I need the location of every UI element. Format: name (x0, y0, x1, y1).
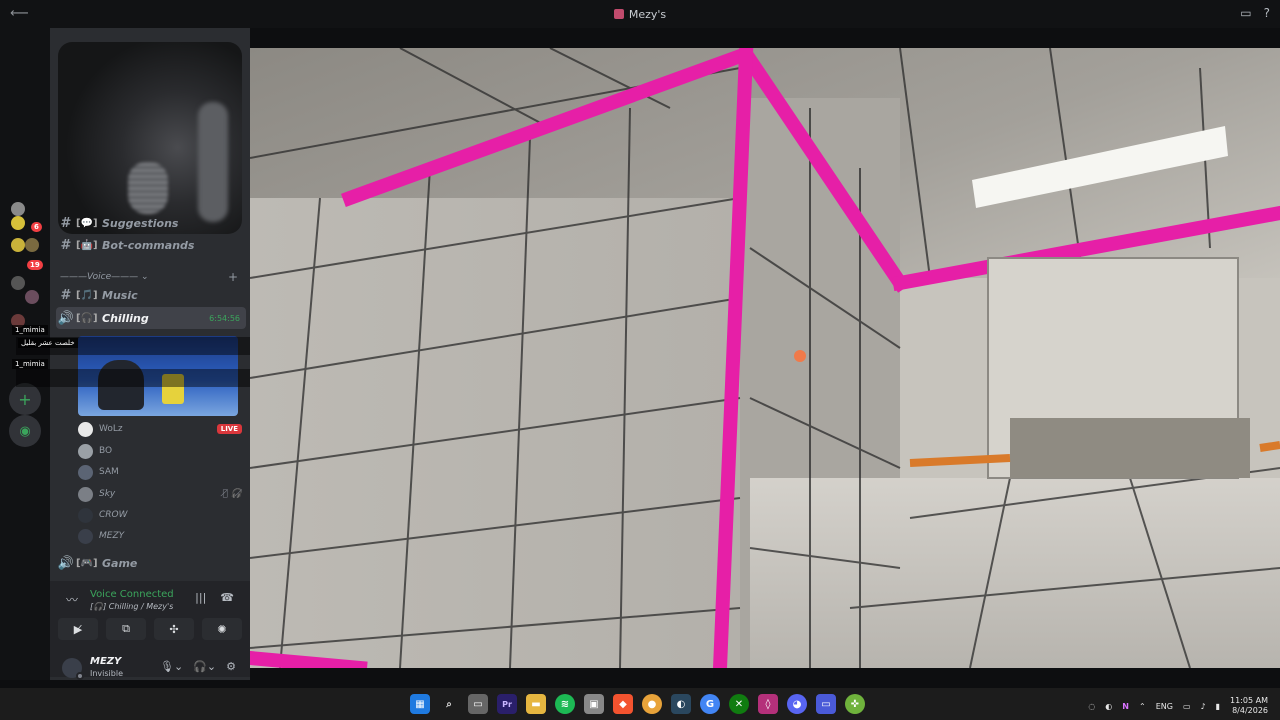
steam-tray-icon[interactable]: ◐ (1105, 702, 1112, 711)
call-timer: 6:54:56 (209, 313, 240, 323)
avatar (78, 443, 93, 459)
avatar (78, 421, 93, 437)
search-icon[interactable]: ⌕ (439, 694, 459, 714)
app-icon[interactable]: ◊ (758, 694, 778, 714)
status-dot (76, 672, 84, 680)
chrome-icon[interactable]: ● (642, 694, 662, 714)
server-icon[interactable] (25, 238, 39, 252)
channel-music[interactable]: # [🎵] Music (56, 284, 246, 306)
activities-icon: ✣ (169, 622, 179, 636)
voice-user[interactable]: WoLz LIVE (78, 419, 242, 439)
muted-deafened-icon: 🎙̸ 🎧̸ (222, 489, 242, 499)
screen-share-button[interactable]: ⧉ (106, 618, 146, 640)
window-title: Mezy's (613, 8, 666, 21)
voice-user[interactable]: CROW (78, 505, 242, 525)
mic-arm (198, 102, 228, 222)
game-stream-view[interactable] (250, 48, 1280, 668)
voice-user[interactable]: BO (78, 441, 242, 461)
live-badge: LIVE (216, 424, 242, 434)
battery-icon[interactable]: ▮ (1216, 702, 1220, 711)
server-icon[interactable] (25, 290, 39, 304)
camera-off-icon: ▶̸ (73, 622, 83, 636)
user-name[interactable]: MEZY (90, 656, 121, 667)
avatar (78, 486, 93, 502)
headphones-icon[interactable]: 🎧⌄ (193, 660, 216, 673)
google-icon[interactable]: G (700, 694, 720, 714)
back-arrow-icon[interactable]: ⟵ (10, 6, 29, 21)
help-icon[interactable]: ? (1264, 6, 1270, 20)
speaker-icon: 🔊 (57, 555, 75, 571)
tray-n-icon[interactable]: N (1122, 702, 1129, 711)
premiere-icon[interactable]: Pr (497, 694, 517, 714)
volume-icon[interactable]: ♪ (1201, 702, 1206, 711)
channel-suggestions[interactable]: # [💬] Suggestions (56, 212, 246, 234)
speaker-icon: 🔊 (57, 310, 75, 326)
disconnect-icon[interactable]: ☎ (220, 591, 234, 604)
voice-status[interactable]: Voice Connected (90, 589, 174, 600)
voice-user[interactable]: Sky 🎙̸ 🎧̸ (78, 484, 242, 504)
avatar (78, 528, 93, 544)
brave-icon[interactable]: ◆ (613, 694, 633, 714)
overlay-message: خلصت عشر بقليل (18, 338, 78, 348)
server-icon[interactable] (11, 276, 25, 290)
tray-icon[interactable]: ◌ (1088, 702, 1095, 711)
settings-gear-icon[interactable]: ⚙ (226, 660, 236, 673)
steam-icon[interactable]: ◐ (671, 694, 691, 714)
xbox-icon[interactable]: ✕ (729, 694, 749, 714)
signal-icon[interactable]: 〰 (66, 591, 78, 608)
remote-desktop-icon[interactable]: ▭ (816, 694, 836, 714)
tray-chevron-icon[interactable]: ⌃ (1139, 702, 1146, 711)
store-icon[interactable]: ▣ (584, 694, 604, 714)
task-view-icon[interactable]: ▭ (468, 694, 488, 714)
voice-user[interactable]: MEZY (78, 526, 242, 546)
plus-icon: + (18, 389, 32, 409)
compass-icon: ◉ (19, 423, 31, 439)
language-indicator[interactable]: ENG (1156, 702, 1173, 711)
overlay-username: 1_mimia (12, 359, 48, 369)
title-bar: ⟵ Mezy's ▭ ? (0, 0, 1280, 28)
server-icon[interactable] (11, 238, 25, 252)
clock[interactable]: 11:05 AM 8/4/2026 (1230, 696, 1268, 716)
server-icon (613, 9, 624, 19)
add-channel-icon[interactable]: + (228, 270, 238, 284)
add-server-button[interactable]: + (9, 383, 41, 415)
voice-category[interactable]: ———Voice——— ⌄ + (60, 270, 244, 284)
overlay-username: 1_mimia (12, 325, 48, 335)
picture-in-picture-video[interactable] (58, 42, 242, 234)
voice-user[interactable]: SAM (78, 462, 242, 482)
start-windows-icon[interactable]: ▦ (410, 694, 430, 714)
spotify-icon[interactable]: ≋ (555, 694, 575, 714)
user-panel: MEZY Invisible 🎙⌄ 🎧⌄ ⚙ (50, 652, 250, 680)
channel-chilling[interactable]: 🔊 [🎧] Chilling 6:54:56 (56, 307, 246, 329)
screen-share-icon: ⧉ (122, 622, 130, 635)
mention-badge: 19 (27, 260, 43, 270)
voice-location: [🎧] Chilling / Mezy's (90, 602, 174, 611)
user-status: Invisible (90, 669, 123, 678)
file-explorer-icon[interactable]: ▬ (526, 694, 546, 714)
user-avatar[interactable] (62, 658, 84, 680)
avatar (78, 464, 93, 480)
microphone-icon[interactable]: 🎙⌄ (160, 660, 183, 673)
network-icon[interactable]: ▭ (1183, 702, 1191, 711)
channel-game[interactable]: 🔊 [🎮] Game (56, 552, 246, 574)
inbox-icon[interactable]: ▭ (1240, 6, 1251, 20)
soundboard-icon: ✺ (217, 622, 227, 636)
server-icon[interactable] (11, 216, 25, 230)
mention-badge: 6 (31, 222, 42, 232)
noise-suppression-icon[interactable]: ||| (195, 591, 206, 604)
avatar (78, 507, 93, 523)
soundboard-button[interactable]: ✺ (202, 618, 242, 640)
explore-button[interactable]: ◉ (9, 415, 41, 447)
microphone (128, 162, 168, 214)
windows-taskbar: ▦ ⌕ ▭ Pr ▬ ≋ ▣ ◆ ● ◐ G ✕ ◊ ◕ ▭ ✜ ◌ ◐ N ⌃… (0, 688, 1280, 720)
discord-icon[interactable]: ◕ (787, 694, 807, 714)
app-icon[interactable]: ✜ (845, 694, 865, 714)
channel-bot-commands[interactable]: # [🤖] Bot-commands (56, 234, 246, 256)
server-icon[interactable] (11, 202, 25, 216)
game-scene-lines (250, 48, 1280, 668)
camera-button[interactable]: ▶̸ (58, 618, 98, 640)
activities-button[interactable]: ✣ (154, 618, 194, 640)
